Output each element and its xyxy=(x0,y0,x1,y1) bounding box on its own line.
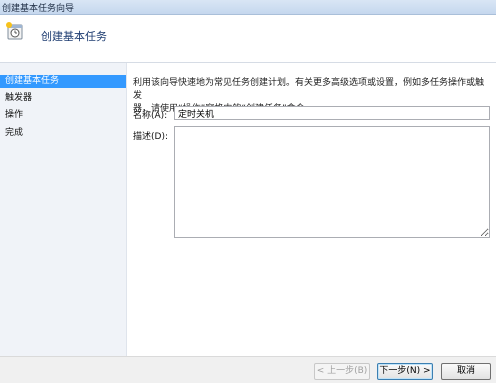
description-label: 描述(D): xyxy=(133,132,168,142)
scheduled-task-clock-icon xyxy=(5,21,25,41)
next-button[interactable]: 下一步(N) > xyxy=(377,363,433,380)
wizard-steps-sidebar: 创建基本任务 触发器 操作 完成 xyxy=(0,63,127,356)
task-name-input[interactable] xyxy=(174,106,490,120)
task-description-textarea[interactable] xyxy=(174,126,490,238)
sidebar-item-action[interactable]: 操作 xyxy=(0,109,126,122)
sidebar-item-trigger[interactable]: 触发器 xyxy=(0,92,126,105)
description-line-1: 利用该向导快速地为常见任务创建计划。有关更多高级选项或设置，例如多任务操作或触发 xyxy=(133,78,485,101)
wizard-header: 创建基本任务 xyxy=(0,15,496,63)
sidebar-item-finish[interactable]: 完成 xyxy=(0,127,126,140)
sidebar-item-create-basic-task[interactable]: 创建基本任务 xyxy=(0,75,126,88)
cancel-button[interactable]: 取消 xyxy=(441,363,491,380)
wizard-title: 创建基本任务 xyxy=(41,30,107,43)
name-label: 名称(A): xyxy=(133,111,168,121)
window-titlebar: 创建基本任务向导 xyxy=(0,0,496,15)
back-button[interactable]: < 上一步(B) xyxy=(314,363,370,380)
window-title: 创建基本任务向导 xyxy=(2,4,75,14)
